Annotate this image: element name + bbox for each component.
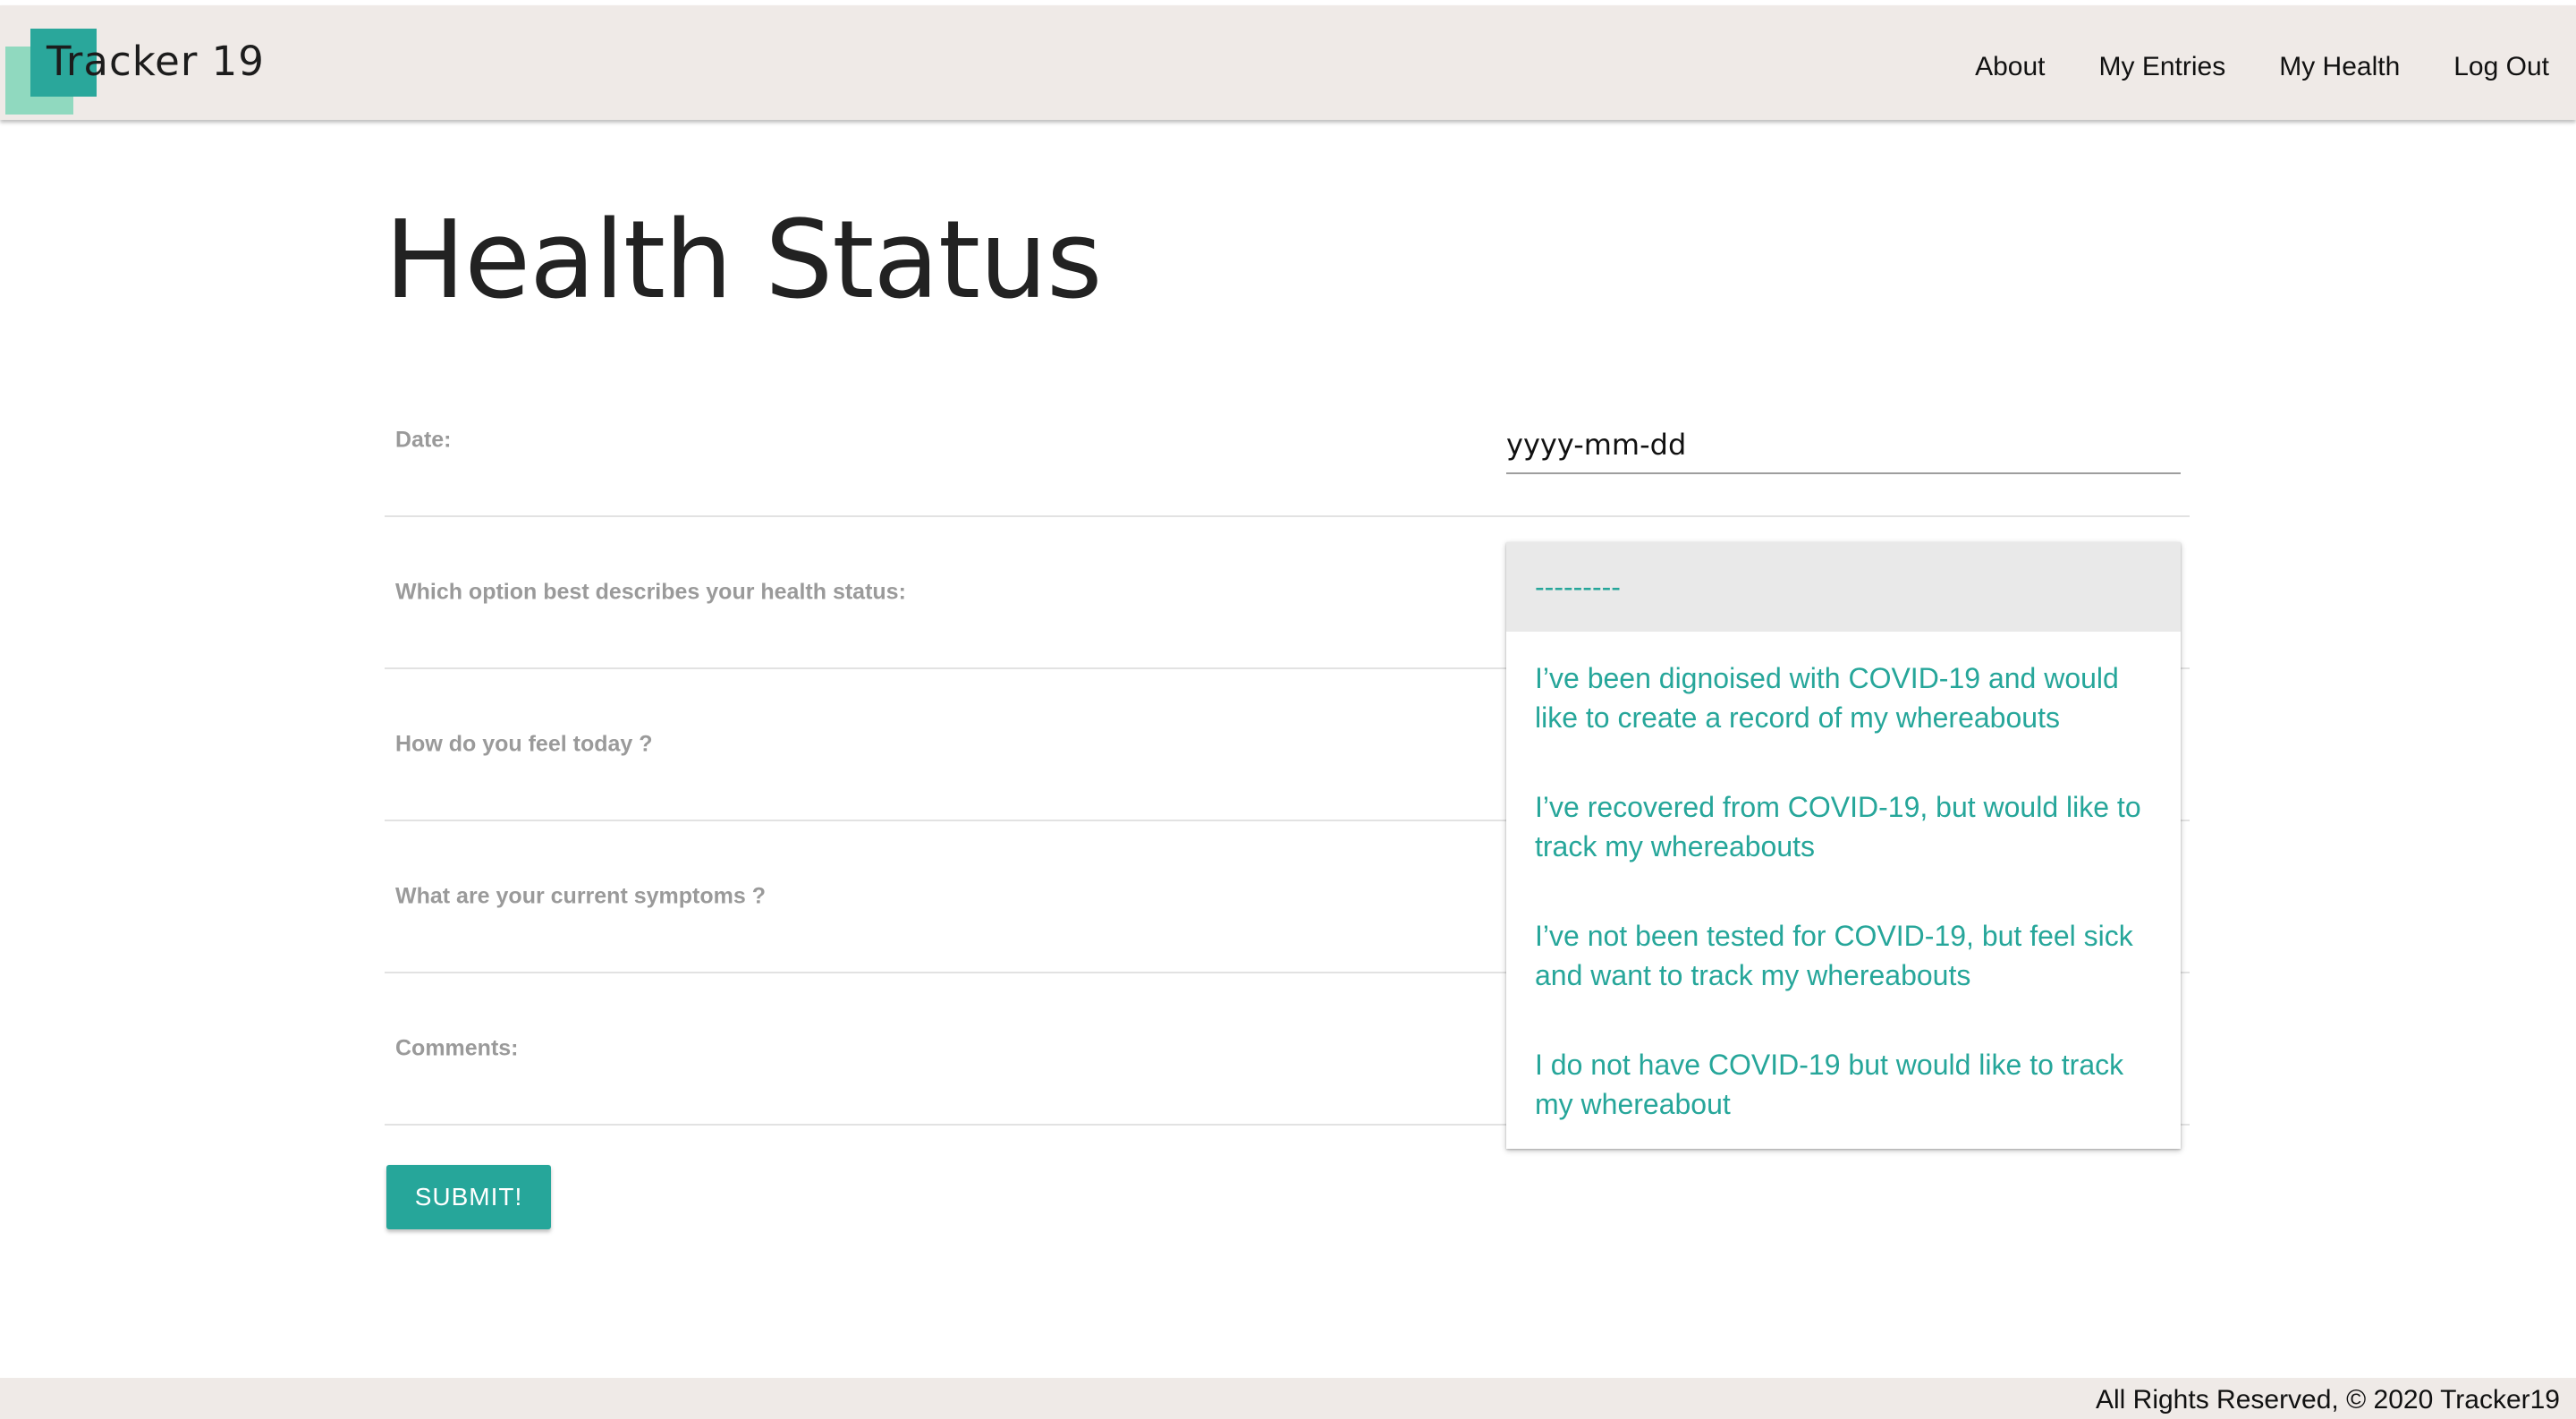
nav-links: About My Entries My Health Log Out [1975, 52, 2549, 82]
symptoms-label: What are your current symptoms ? [395, 883, 766, 909]
brand-logo[interactable]: Tracker 19 [47, 38, 265, 85]
navbar: Tracker 19 About My Entries My Health Lo… [0, 5, 2576, 120]
feel-today-label: How do you feel today ? [395, 731, 653, 757]
nav-about-link[interactable]: About [1975, 52, 2045, 82]
date-label: Date: [395, 427, 452, 453]
health-status-label: Which option best describes your health … [395, 579, 906, 605]
dropdown-option-diagnosed[interactable]: I’ve been dignoised with COVID-19 and wo… [1506, 659, 2181, 737]
nav-my-health-link[interactable]: My Health [2279, 52, 2400, 82]
footer: All Rights Reserved, © 2020 Tracker19 [0, 1378, 2576, 1419]
nav-log-out-link[interactable]: Log Out [2453, 52, 2549, 82]
dropdown-option-not-tested[interactable]: I’ve not been tested for COVID-19, but f… [1506, 916, 2181, 995]
submit-button[interactable]: SUBMIT! [386, 1165, 551, 1229]
dropdown-option-recovered[interactable]: I’ve recovered from COVID-19, but would … [1506, 787, 2181, 866]
footer-copyright: All Rights Reserved, © 2020 Tracker19 [2095, 1385, 2560, 1415]
dropdown-option-empty[interactable]: --------- [1506, 542, 2181, 632]
health-status-dropdown[interactable]: --------- I’ve been dignoised with COVID… [1506, 542, 2181, 1149]
dropdown-option-no-covid[interactable]: I do not have COVID-19 but would like to… [1506, 1045, 2181, 1124]
page-title: Health Status [385, 199, 1103, 323]
date-input[interactable] [1506, 403, 2181, 474]
comments-label: Comments: [395, 1035, 519, 1061]
nav-my-entries-link[interactable]: My Entries [2099, 52, 2226, 82]
